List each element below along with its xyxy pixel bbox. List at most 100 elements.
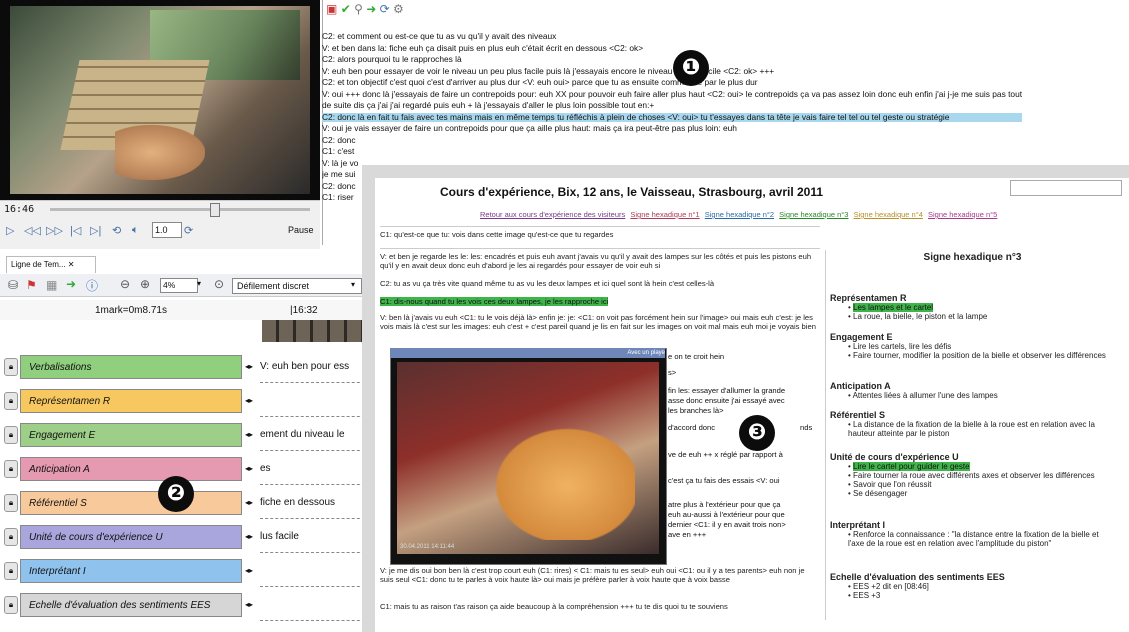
track-arrows-icon[interactable]: ◂▸	[245, 362, 253, 371]
track-lock-icon[interactable]: 🔒︎	[4, 528, 18, 546]
grid-icon[interactable]: ▦	[46, 278, 57, 292]
forward-icon[interactable]: ➜	[66, 277, 76, 291]
volume-icon[interactable]: 🔈︎	[132, 224, 139, 237]
back-link[interactable]: Retour aux cours d'expérience des visite…	[480, 210, 625, 219]
transcript-line[interactable]: C2: donc	[322, 136, 1022, 146]
doc-fragment: les branches là>	[668, 406, 724, 415]
track-arrows-icon[interactable]: ◂▸	[245, 498, 253, 507]
track-lock-icon[interactable]: 🔒︎	[4, 392, 18, 410]
zoom-fit-icon[interactable]: ⊙	[214, 277, 224, 291]
transcript-line[interactable]: C1: c'est	[322, 147, 1022, 157]
doc-p1: V: et ben je regarde les le: les: encadr…	[380, 252, 812, 271]
signe-section-item: • La distance de la fixation de la biell…	[830, 420, 1115, 438]
track-arrows-icon[interactable]: ◂▸	[245, 430, 253, 439]
track-lock-icon[interactable]: 🔒︎	[4, 596, 18, 614]
track-arrows-icon[interactable]: ◂▸	[245, 600, 253, 609]
track-label[interactable]: Unité de cours d'expérience U	[20, 525, 242, 549]
transcript-line[interactable]: C2: et ton objectif c'est quoi c'est d'a…	[322, 78, 1022, 88]
track-separator	[260, 450, 370, 451]
forward-icon[interactable]: ➜	[366, 2, 376, 16]
track-label[interactable]: Echelle d'évaluation des sentiments EES	[20, 593, 242, 617]
track-annotation-text[interactable]: V: euh ben pour ess	[260, 361, 370, 372]
transcript-toolbar: ▣ ✔ ⚲ ➜ ⟳ ⚙	[326, 2, 404, 16]
signe-link-5[interactable]: Signe hexadique n°5	[928, 210, 997, 219]
track-label[interactable]: Verbalisations	[20, 355, 242, 379]
search-icon[interactable]: ⚲	[354, 2, 363, 16]
transcript-line[interactable]: V: et ben dans la: fiche euh ça disait p…	[322, 44, 1022, 54]
signe-title: Signe hexadique n°3	[923, 252, 1022, 263]
track-separator	[260, 484, 370, 485]
save-icon[interactable]: ▣	[326, 2, 337, 16]
track-lock-icon[interactable]: 🔒︎	[4, 426, 18, 444]
track-arrows-icon[interactable]: ◂▸	[245, 464, 253, 473]
track-annotation-text[interactable]: lus facile	[260, 531, 370, 542]
transcript-line[interactable]: C2: et comment ou est-ce que tu as vu qu…	[322, 32, 1022, 42]
signe-section-item: • Lire le cartel pour guider le geste	[830, 462, 1115, 471]
zoom-in-icon[interactable]: ⊕	[140, 277, 150, 291]
track-label[interactable]: Anticipation A	[20, 457, 242, 481]
signe-item-text: EES +3	[853, 591, 881, 600]
speed-input[interactable]: 1.0	[152, 222, 182, 238]
track-annotation-text[interactable]: fiche en dessous	[260, 497, 370, 508]
rewind-icon[interactable]: ◁◁	[24, 224, 41, 237]
track-arrows-icon[interactable]: ◂▸	[245, 532, 253, 541]
track-label[interactable]: Engagement E	[20, 423, 242, 447]
doc-fragment: asse donc ensuite j'ai essayé avec	[668, 396, 785, 405]
doc-fragment: d'accord donc	[668, 423, 716, 432]
divider	[380, 248, 820, 249]
seek-handle[interactable]	[210, 203, 220, 217]
track-label[interactable]: Représentamen R	[20, 389, 242, 413]
signe-item-text: Lire le cartel pour guider le geste	[853, 462, 970, 471]
doc-fragment: nds	[800, 423, 813, 432]
refresh-icon[interactable]: ⟳	[184, 224, 193, 237]
transcript-line[interactable]: V: oui +++ donc là j'essayais de faire u…	[322, 90, 1022, 100]
track-lock-icon[interactable]: 🔒︎	[4, 562, 18, 580]
track-arrows-icon[interactable]: ◂▸	[245, 396, 253, 405]
check-icon[interactable]: ✔	[341, 2, 351, 16]
track-lock-icon[interactable]: 🔒︎	[4, 460, 18, 478]
step-forward-icon[interactable]: ▷|	[90, 224, 101, 237]
doc-nav-links: Retour aux cours d'expérience des visite…	[480, 210, 1000, 219]
signe-section-heading: Anticipation A	[830, 381, 891, 391]
sync-icon[interactable]: ⟳	[380, 2, 390, 16]
track-annotation-text[interactable]: ement du niveau le	[260, 429, 370, 440]
zoom-select[interactable]: 4%	[160, 278, 198, 293]
track-label[interactable]: Référentiel S	[20, 491, 242, 515]
search-input[interactable]	[1010, 180, 1122, 196]
fast-forward-icon[interactable]: ▷▷	[46, 224, 63, 237]
mark-scale: 1mark=0m8.71s	[95, 305, 167, 316]
transcript-line[interactable]: V: euh ben pour essayer de voir le nivea…	[322, 67, 1022, 77]
scroll-mode-select[interactable]: Défilement discret	[232, 278, 362, 294]
track-annotation-text[interactable]: es	[260, 463, 370, 474]
track-lock-icon[interactable]: 🔒︎	[4, 358, 18, 376]
flag-icon[interactable]: ⚑	[26, 278, 37, 292]
signe-section-item: • EES +2 dit en [08:46]	[830, 582, 1115, 591]
signe-link-1[interactable]: Signe hexadique n°1	[630, 210, 699, 219]
database-icon[interactable]: ⛁	[8, 278, 18, 292]
signe-section-item: • Se désengager	[830, 489, 1115, 498]
doc-fragment: s>	[668, 368, 677, 377]
pause-label[interactable]: Pause	[288, 225, 314, 235]
signe-link-3[interactable]: Signe hexadique n°3	[779, 210, 848, 219]
chevron-down-icon[interactable]: ▾	[197, 279, 201, 288]
transcript-line[interactable]: de suite dis ça j'ai j'ai regardé puis e…	[322, 101, 1022, 111]
play-icon[interactable]: ▷	[6, 224, 14, 237]
info-icon[interactable]: ⓘ	[86, 277, 98, 294]
loop-icon[interactable]: ⟲	[112, 224, 121, 237]
transcript-line[interactable]: V: oui je vais essayer de faire un contr…	[322, 124, 1022, 134]
transcript-line[interactable]: C2: alors pourquoi tu le rapproches là	[322, 55, 1022, 65]
chevron-down-icon[interactable]: ▾	[351, 280, 355, 289]
step-back-icon[interactable]: |◁	[70, 224, 81, 237]
signe-link-2[interactable]: Signe hexadique n°2	[705, 210, 774, 219]
video-player[interactable]	[0, 0, 320, 200]
track-label[interactable]: Interprétant I	[20, 559, 242, 583]
zoom-out-icon[interactable]: ⊖	[120, 277, 130, 291]
track-arrows-icon[interactable]: ◂▸	[245, 566, 253, 575]
tab-timeline[interactable]: Ligne de Tem... ✕	[6, 256, 96, 273]
marker-3: ❸	[739, 415, 775, 451]
track-lock-icon[interactable]: 🔒︎	[4, 494, 18, 512]
transcript-line[interactable]: C2: donc là en fait tu fais avec tes mai…	[322, 112, 1022, 123]
settings-icon[interactable]: ⚙	[393, 2, 404, 16]
signe-link-4[interactable]: Signe hexadique n°4	[854, 210, 923, 219]
seek-track[interactable]	[50, 208, 310, 211]
